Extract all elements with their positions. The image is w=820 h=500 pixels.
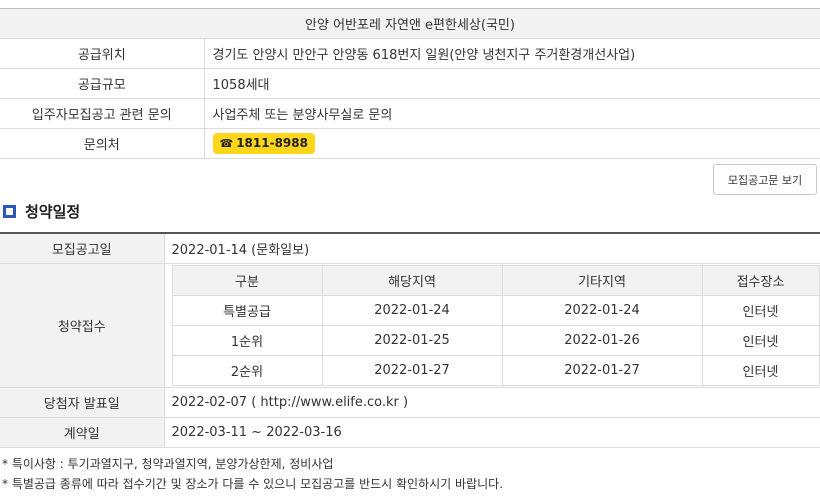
apply-header: 구분 bbox=[171, 264, 323, 296]
schedule-value: 2022-03-11 ~ 2022-03-16 bbox=[164, 417, 820, 448]
note-item: * 특이사항 : 투기과열지구, 청약과열지역, 분양가상한제, 정비사업 bbox=[2, 457, 334, 471]
schedule-value: 2022-01-14 (문화일보) bbox=[164, 233, 820, 264]
apply-header: 해당지역 bbox=[321, 264, 503, 296]
supply-info-table: 안양 어반포레 자연앤 e편한세상(국민) 공급위치 경기도 안양시 만안구 안… bbox=[0, 8, 820, 159]
apply-header: 접수장소 bbox=[701, 264, 820, 296]
table-row: 2순위 2022-01-27 2022-01-27 인터넷 bbox=[171, 354, 820, 386]
schedule-row-apply: 청약접수 구분 해당지역 기타지역 접수장소 특별공급 2022-01-24 2… bbox=[0, 263, 820, 388]
info-row-inquiry: 입주자모집공고 관련 문의 사업주체 또는 분양사무실로 문의 bbox=[0, 98, 820, 129]
phone-number: 1811-8988 bbox=[236, 136, 308, 150]
square-bullet-icon bbox=[3, 204, 16, 218]
table-row: 1순위 2022-01-25 2022-01-26 인터넷 bbox=[171, 324, 820, 356]
schedule-label: 당첨자 발표일 bbox=[0, 387, 165, 418]
info-value: 경기도 안양시 만안구 안양동 618번지 일원(안양 냉천지구 주거환경개선사… bbox=[204, 38, 820, 69]
schedule-row-contract: 계약일 2022-03-11 ~ 2022-03-16 bbox=[0, 417, 820, 448]
notes: * 특이사항 : 투기과열지구, 청약과열지역, 분양가상한제, 정비사업 * … bbox=[2, 454, 503, 494]
section-title: 청약일정 bbox=[3, 200, 80, 222]
info-value: 사업주체 또는 분양사무실로 문의 bbox=[204, 98, 820, 129]
phone-icon: ☎ bbox=[219, 137, 234, 150]
schedule-row-announce: 모집공고일 2022-01-14 (문화일보) bbox=[0, 233, 820, 264]
info-label: 입주자모집공고 관련 문의 bbox=[0, 98, 205, 129]
apply-header: 기타지역 bbox=[501, 264, 703, 296]
elife-link[interactable]: http://www.elife.co.kr bbox=[260, 395, 398, 410]
phone-badge[interactable]: ☎ 1811-8988 bbox=[212, 133, 315, 154]
info-label: 공급규모 bbox=[0, 68, 205, 99]
table-row: 특별공급 2022-01-24 2022-01-24 인터넷 bbox=[171, 294, 820, 326]
info-label: 공급위치 bbox=[0, 38, 205, 69]
info-value: 1058세대 bbox=[204, 68, 820, 99]
schedule-table: 모집공고일 2022-01-14 (문화일보) 청약접수 구분 해당지역 기타지… bbox=[0, 232, 820, 448]
complex-title: 안양 어반포레 자연앤 e편한세상(국민) bbox=[0, 8, 820, 39]
schedule-label: 계약일 bbox=[0, 417, 165, 448]
schedule-label: 모집공고일 bbox=[0, 233, 165, 264]
schedule-value: 2022-02-07 ( http://www.elife.co.kr ) bbox=[164, 387, 820, 418]
schedule-label: 청약접수 bbox=[0, 263, 165, 388]
info-row-contact: 문의처 ☎ 1811-8988 bbox=[0, 128, 820, 159]
info-row-location: 공급위치 경기도 안양시 만안구 안양동 618번지 일원(안양 냉천지구 주거… bbox=[0, 38, 820, 69]
info-row-scale: 공급규모 1058세대 bbox=[0, 68, 820, 99]
note-item: * 특별공급 종류에 따라 접수기간 및 장소가 다를 수 있으니 모집공고를 … bbox=[2, 477, 504, 491]
apply-subtable: 구분 해당지역 기타지역 접수장소 특별공급 2022-01-24 2022-0… bbox=[171, 264, 820, 386]
info-label: 문의처 bbox=[0, 128, 205, 159]
view-notice-button[interactable]: 모집공고문 보기 bbox=[713, 164, 817, 195]
schedule-row-winner: 당첨자 발표일 2022-02-07 ( http://www.elife.co… bbox=[0, 387, 820, 418]
